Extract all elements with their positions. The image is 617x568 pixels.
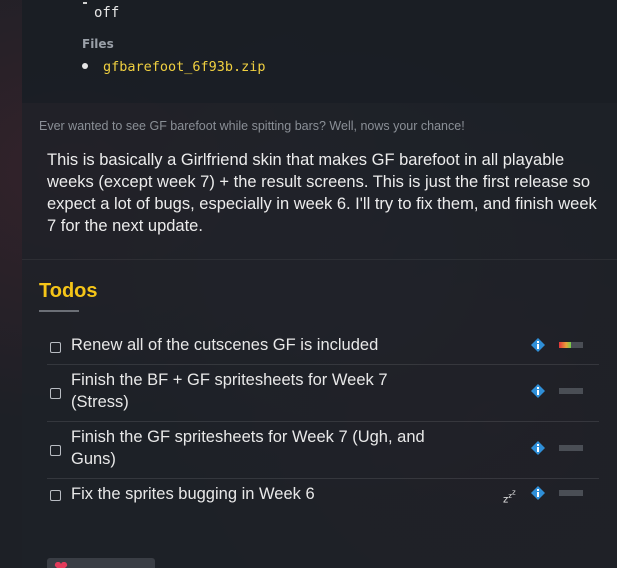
bullet-icon	[82, 63, 88, 69]
todo-item: Finish the BF + GF spritesheets for Week…	[47, 366, 599, 422]
info-diamond-icon[interactable]	[531, 486, 545, 500]
todo-item: Fix the sprites bugging in Week 6 zzz	[47, 480, 599, 510]
page: off Files gfbarefoot_6f93b.zip Ever want…	[0, 0, 617, 568]
todo-checkbox[interactable]	[50, 342, 61, 353]
todo-checkbox[interactable]	[50, 388, 61, 399]
todo-item: Finish the GF spritesheets for Week 7 (U…	[47, 423, 599, 479]
list-dash	[83, 2, 87, 4]
todos-underline	[39, 310, 79, 312]
todo-progress-bar	[559, 342, 583, 348]
todo-item: Renew all of the cutscenes GF is include…	[47, 334, 599, 365]
info-diamond-icon[interactable]	[531, 384, 545, 398]
todos-heading: Todos	[39, 280, 98, 302]
heart-icon[interactable]	[54, 562, 68, 568]
todo-checkbox[interactable]	[50, 490, 61, 501]
mod-description: This is basically a Girlfriend skin that…	[47, 151, 597, 235]
todo-label: Finish the GF spritesheets for Week 7 (U…	[71, 428, 425, 468]
todo-label: Finish the BF + GF spritesheets for Week…	[71, 371, 388, 411]
todo-label: Fix the sprites bugging in Week 6	[71, 485, 315, 503]
todo-checkbox[interactable]	[50, 445, 61, 456]
file-download-link[interactable]: gfbarefoot_6f93b.zip	[103, 59, 266, 75]
files-heading: Files	[82, 37, 114, 51]
todo-progress-bar	[559, 388, 583, 394]
info-diamond-icon[interactable]	[531, 338, 545, 352]
todo-label: Renew all of the cutscenes GF is include…	[71, 336, 379, 354]
mod-tagline: Ever wanted to see GF barefoot while spi…	[39, 119, 465, 133]
setting-value: off	[94, 5, 120, 21]
section-divider	[22, 259, 617, 260]
todo-progress-bar	[559, 490, 583, 496]
sleep-zzz-icon: zzz	[503, 489, 516, 506]
todo-progress-fill	[559, 342, 571, 348]
todo-progress-bar	[559, 445, 583, 451]
info-diamond-icon[interactable]	[531, 441, 545, 455]
